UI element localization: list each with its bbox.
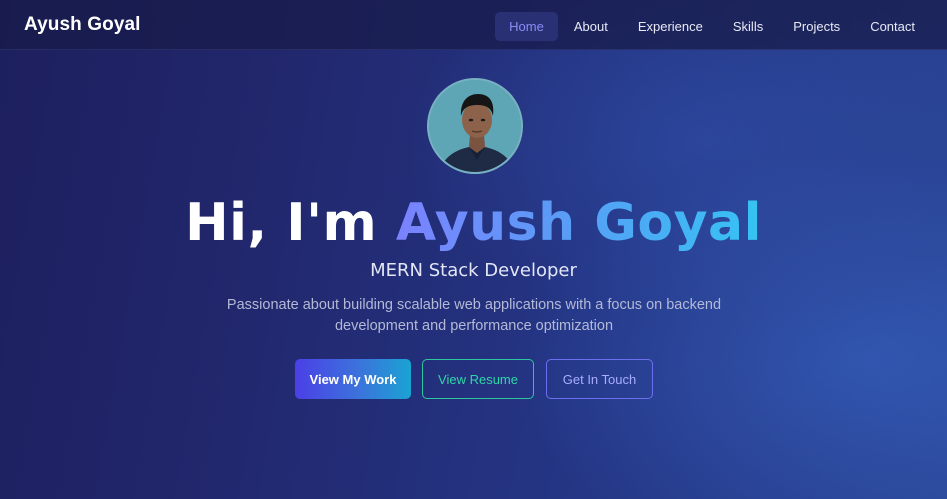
hero-subtitle: MERN Stack Developer	[370, 260, 577, 281]
nav-link-home[interactable]: Home	[495, 12, 558, 41]
nav-links: Home About Experience Skills Projects Co…	[493, 12, 929, 41]
hero-title: Hi, I'm Ayush Goyal	[0, 193, 947, 253]
view-my-work-button[interactable]: View My Work	[295, 359, 411, 399]
view-resume-button[interactable]: View Resume	[422, 359, 534, 399]
hero-greeting: Hi, I'm	[185, 193, 378, 253]
nav-link-skills[interactable]: Skills	[719, 12, 777, 41]
navbar: Ayush Goyal Home About Experience Skills…	[0, 0, 947, 50]
nav-link-projects[interactable]: Projects	[779, 12, 854, 41]
avatar	[427, 78, 523, 174]
nav-link-experience[interactable]: Experience	[624, 12, 717, 41]
get-in-touch-button[interactable]: Get In Touch	[546, 359, 653, 399]
profile-photo-icon	[429, 80, 521, 172]
nav-link-about[interactable]: About	[560, 12, 622, 41]
hero-section: Hi, I'm Ayush Goyal MERN Stack Developer…	[0, 50, 947, 499]
hero-name: Ayush Goyal	[395, 193, 762, 253]
nav-link-contact[interactable]: Contact	[856, 12, 929, 41]
brand-logo[interactable]: Ayush Goyal	[24, 14, 141, 36]
hero-description: Passionate about building scalable web a…	[226, 297, 722, 334]
